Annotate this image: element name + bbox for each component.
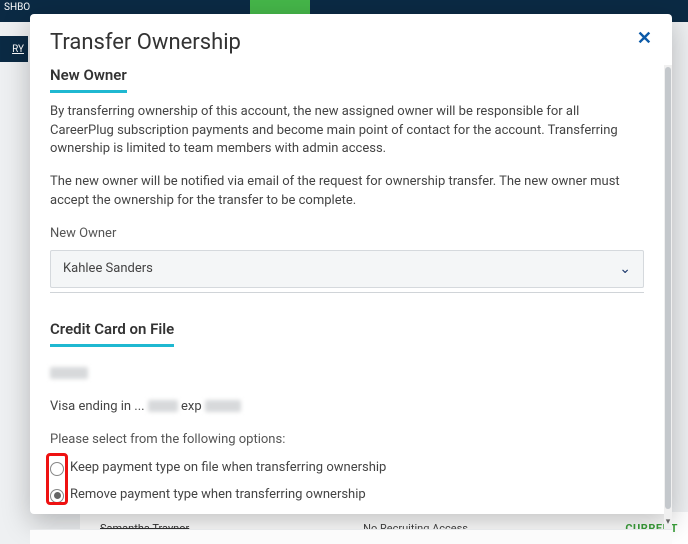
cc-exp-label: exp [181,399,205,414]
new-owner-select[interactable]: Kahlee Sanders ⌄ [50,250,644,288]
close-icon[interactable]: ✕ [637,30,652,48]
divider [50,292,644,293]
radio-keep-row[interactable]: Keep payment type on file when transferr… [50,459,644,478]
cc-last4-blurred [148,400,178,412]
modal-title: Transfer Ownership [50,30,241,55]
new-owner-selected-value: Kahlee Sanders [63,260,153,279]
options-prompt: Please select from the following options… [50,431,644,450]
radio-keep[interactable] [50,462,64,476]
radio-remove-label: Remove payment type when transferring ow… [70,486,366,505]
radio-keep-label: Keep payment type on file when transferr… [70,459,386,478]
cc-name-blurred [50,367,88,379]
modal-footer: Cancel Send Transfer Request [30,529,672,544]
radio-remove[interactable] [50,489,64,503]
cc-details-line: Visa ending in ... exp [50,398,644,417]
transfer-ownership-modal: Transfer Ownership ✕ New Owner By transf… [30,14,672,514]
cc-prefix: Visa ending in ... [50,399,145,414]
cc-name-line [50,365,644,384]
scrollbar[interactable]: ▾ [664,65,672,529]
modal-header: Transfer Ownership ✕ [30,14,672,65]
cc-exp-blurred [205,400,241,412]
modal-body: New Owner By transferring ownership of t… [30,65,664,529]
section-cc-heading: Credit Card on File [50,319,174,347]
section-new-owner-heading: New Owner [50,65,127,93]
radio-remove-row[interactable]: Remove payment type when transferring ow… [50,486,644,505]
scrollbar-thumb[interactable] [665,67,671,509]
ownership-desc-1: By transferring ownership of this accoun… [50,103,644,160]
new-owner-label: New Owner [50,225,644,244]
chevron-down-icon: ⌄ [619,259,631,279]
ownership-desc-2: The new owner will be notified via email… [50,173,644,211]
bg-dash-text: SHBO [4,2,30,13]
bg-side-tab: RY [0,36,28,62]
scrollbar-down-icon[interactable]: ▾ [664,517,672,527]
